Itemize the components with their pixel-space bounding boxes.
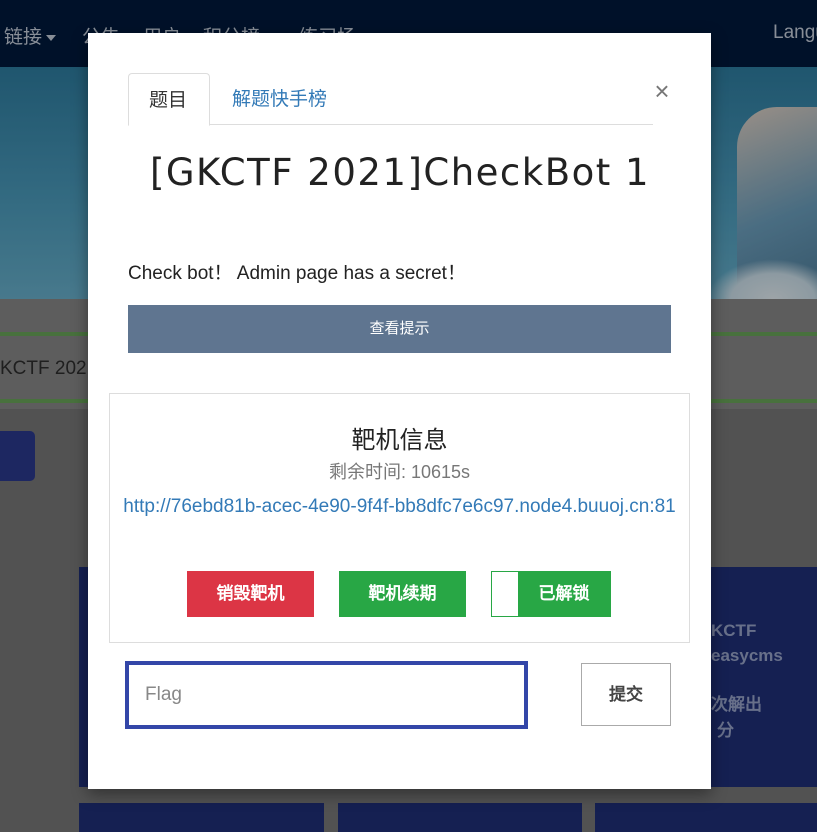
target-url-link[interactable]: http://76ebd81b-acec-4e90-9f4f-bb8dfc7e6… <box>110 491 689 522</box>
unlocked-toggle[interactable]: 已解锁 <box>491 571 611 617</box>
tab-solves-leaderboard[interactable]: 解题快手榜 <box>212 73 347 125</box>
challenge-description: Check bot！ Admin page has a secret！ <box>128 263 466 284</box>
submit-button[interactable]: 提交 <box>581 663 671 726</box>
renew-target-button[interactable]: 靶机续期 <box>339 571 466 617</box>
close-icon[interactable]: × <box>648 77 676 105</box>
target-info-heading: 靶机信息 <box>351 427 448 454</box>
toggle-knob <box>492 572 518 616</box>
modal-tabs: 题目 解题快手榜 <box>128 73 653 126</box>
target-info-panel: 靶机信息 剩余时间: 10615s http://76ebd81b-acec-4… <box>109 393 690 643</box>
flag-input[interactable] <box>125 661 528 729</box>
target-url-text: http://76ebd81b-acec-4e90-9f4f-bb8dfc7e6… <box>123 496 676 517</box>
tab-challenge[interactable]: 题目 <box>128 73 210 126</box>
challenge-title: [GKCTF 2021]CheckBot 1 <box>149 151 651 194</box>
unlocked-label: 已解锁 <box>538 584 590 603</box>
remaining-time-label: 剩余时间: <box>328 462 411 482</box>
view-hint-button[interactable]: 查看提示 <box>128 305 671 353</box>
destroy-target-button[interactable]: 销毁靶机 <box>187 571 314 617</box>
remaining-time-value: 10615s <box>410 462 471 482</box>
challenge-modal: 题目 解题快手榜 × [GKCTF 2021]CheckBot 1 Check … <box>88 33 711 789</box>
remaining-time: 剩余时间: 10615s <box>110 458 689 484</box>
